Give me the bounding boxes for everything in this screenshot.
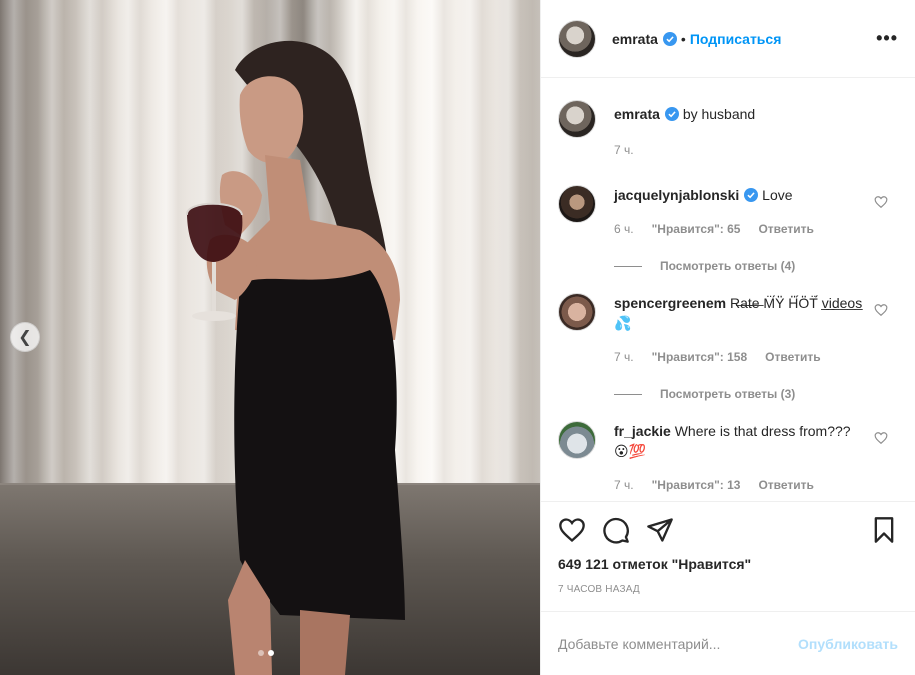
comment-bubble-icon[interactable] <box>602 516 630 544</box>
list-item: fr_jackie Where is that dress from??? 😮💯… <box>558 421 898 495</box>
carousel-dot-2 <box>268 650 274 656</box>
instagram-post: ❮ emrata • Подписаться ••• emrata by hus… <box>0 0 915 675</box>
comment-username[interactable]: jacquelynjablonski <box>614 187 739 203</box>
more-options-icon[interactable]: ••• <box>876 28 898 49</box>
comment-likes[interactable]: "Нравится": 158 <box>652 347 748 367</box>
chevron-left-icon: ❮ <box>18 329 32 346</box>
reply-button[interactable]: Ответить <box>758 475 813 495</box>
comment-body: jacquelynjablonski Love 6 ч. "Нравится":… <box>614 185 869 239</box>
verified-badge-icon <box>664 107 679 121</box>
comment-time[interactable]: 7 ч. <box>614 475 634 495</box>
comment-input[interactable] <box>558 635 799 652</box>
comments-list[interactable]: emrata by husband 7 ч. jacquelynjablonsk… <box>541 78 915 501</box>
post-actions: 649 121 отметок "Нравится" 7 ЧАСОВ НАЗАД <box>541 501 915 611</box>
posted-time[interactable]: 7 ЧАСОВ НАЗАД <box>558 584 898 595</box>
comment-meta: 6 ч. "Нравится": 65 Ответить <box>614 219 869 239</box>
comment-body: spencergreenem R̶a̶t̶e̶ M̈́Ÿ̈ Ḧ̈́Ö̈T̈́ v… <box>614 293 869 367</box>
header-separator: • <box>680 30 686 47</box>
share-paper-plane-icon[interactable] <box>646 516 674 544</box>
view-replies-button[interactable]: Посмотреть ответы (3) <box>614 387 898 401</box>
post-photo[interactable]: ❮ <box>0 0 540 675</box>
comment-time[interactable]: 6 ч. <box>614 219 634 239</box>
carousel-dot-1 <box>258 650 264 656</box>
replies-divider <box>614 265 642 267</box>
comment-meta: 7 ч. "Нравится": 13 Ответить <box>614 475 869 495</box>
avatar[interactable] <box>558 185 596 223</box>
like-comment-heart-icon[interactable] <box>874 431 888 445</box>
publish-button[interactable]: Опубликовать <box>798 636 898 652</box>
add-comment-bar: Опубликовать <box>541 611 915 675</box>
view-replies-label: Посмотреть ответы (3) <box>660 387 796 401</box>
avatar[interactable] <box>558 19 596 58</box>
view-replies-button[interactable]: Посмотреть ответы (4) <box>614 259 898 273</box>
comment-username[interactable]: spencergreenem <box>614 295 726 311</box>
post-sidebar: emrata • Подписаться ••• emrata by husba… <box>540 0 915 675</box>
carousel-prev-button[interactable]: ❮ <box>10 322 40 352</box>
verified-badge-icon <box>744 188 759 202</box>
comment-username[interactable]: fr_jackie <box>614 423 671 439</box>
action-icons <box>558 514 898 546</box>
woman-figure-illustration <box>186 40 405 675</box>
caption-meta: 7 ч. <box>614 140 869 160</box>
reply-button[interactable]: Ответить <box>765 347 820 367</box>
like-comment-heart-icon[interactable] <box>874 303 888 317</box>
caption-username[interactable]: emrata <box>614 106 660 122</box>
replies-divider <box>614 393 642 395</box>
caption-body: emrata by husband 7 ч. <box>614 104 869 160</box>
avatar[interactable] <box>558 100 596 138</box>
comment-likes[interactable]: "Нравится": 13 <box>652 475 741 495</box>
like-comment-heart-icon[interactable] <box>874 195 888 209</box>
avatar[interactable] <box>558 421 596 459</box>
bookmark-icon[interactable] <box>870 516 898 544</box>
comment-text: Love <box>762 187 793 203</box>
comment-time[interactable]: 7 ч. <box>614 347 634 367</box>
list-item: jacquelynjablonski Love 6 ч. "Нравится":… <box>558 185 898 239</box>
post-header: emrata • Подписаться ••• <box>541 0 915 78</box>
carousel-dots <box>258 650 274 656</box>
caption-time[interactable]: 7 ч. <box>614 140 634 160</box>
reply-button[interactable]: Ответить <box>758 219 813 239</box>
likes-count[interactable]: 649 121 отметок "Нравится" <box>558 556 898 572</box>
comment-likes[interactable]: "Нравится": 65 <box>652 219 741 239</box>
like-heart-icon[interactable] <box>558 516 586 544</box>
avatar[interactable] <box>558 293 596 331</box>
header-username[interactable]: emrata <box>612 31 658 47</box>
caption-text: by husband <box>682 106 756 122</box>
follow-button[interactable]: Подписаться <box>690 31 782 47</box>
caption: emrata by husband 7 ч. <box>558 100 898 160</box>
list-item: spencergreenem R̶a̶t̶e̶ M̈́Ÿ̈ Ḧ̈́Ö̈T̈́ v… <box>558 293 898 367</box>
comment-body: fr_jackie Where is that dress from??? 😮💯… <box>614 421 869 495</box>
verified-badge-icon <box>662 31 677 46</box>
view-replies-label: Посмотреть ответы (4) <box>660 259 796 273</box>
comment-meta: 7 ч. "Нравится": 158 Ответить <box>614 347 869 367</box>
